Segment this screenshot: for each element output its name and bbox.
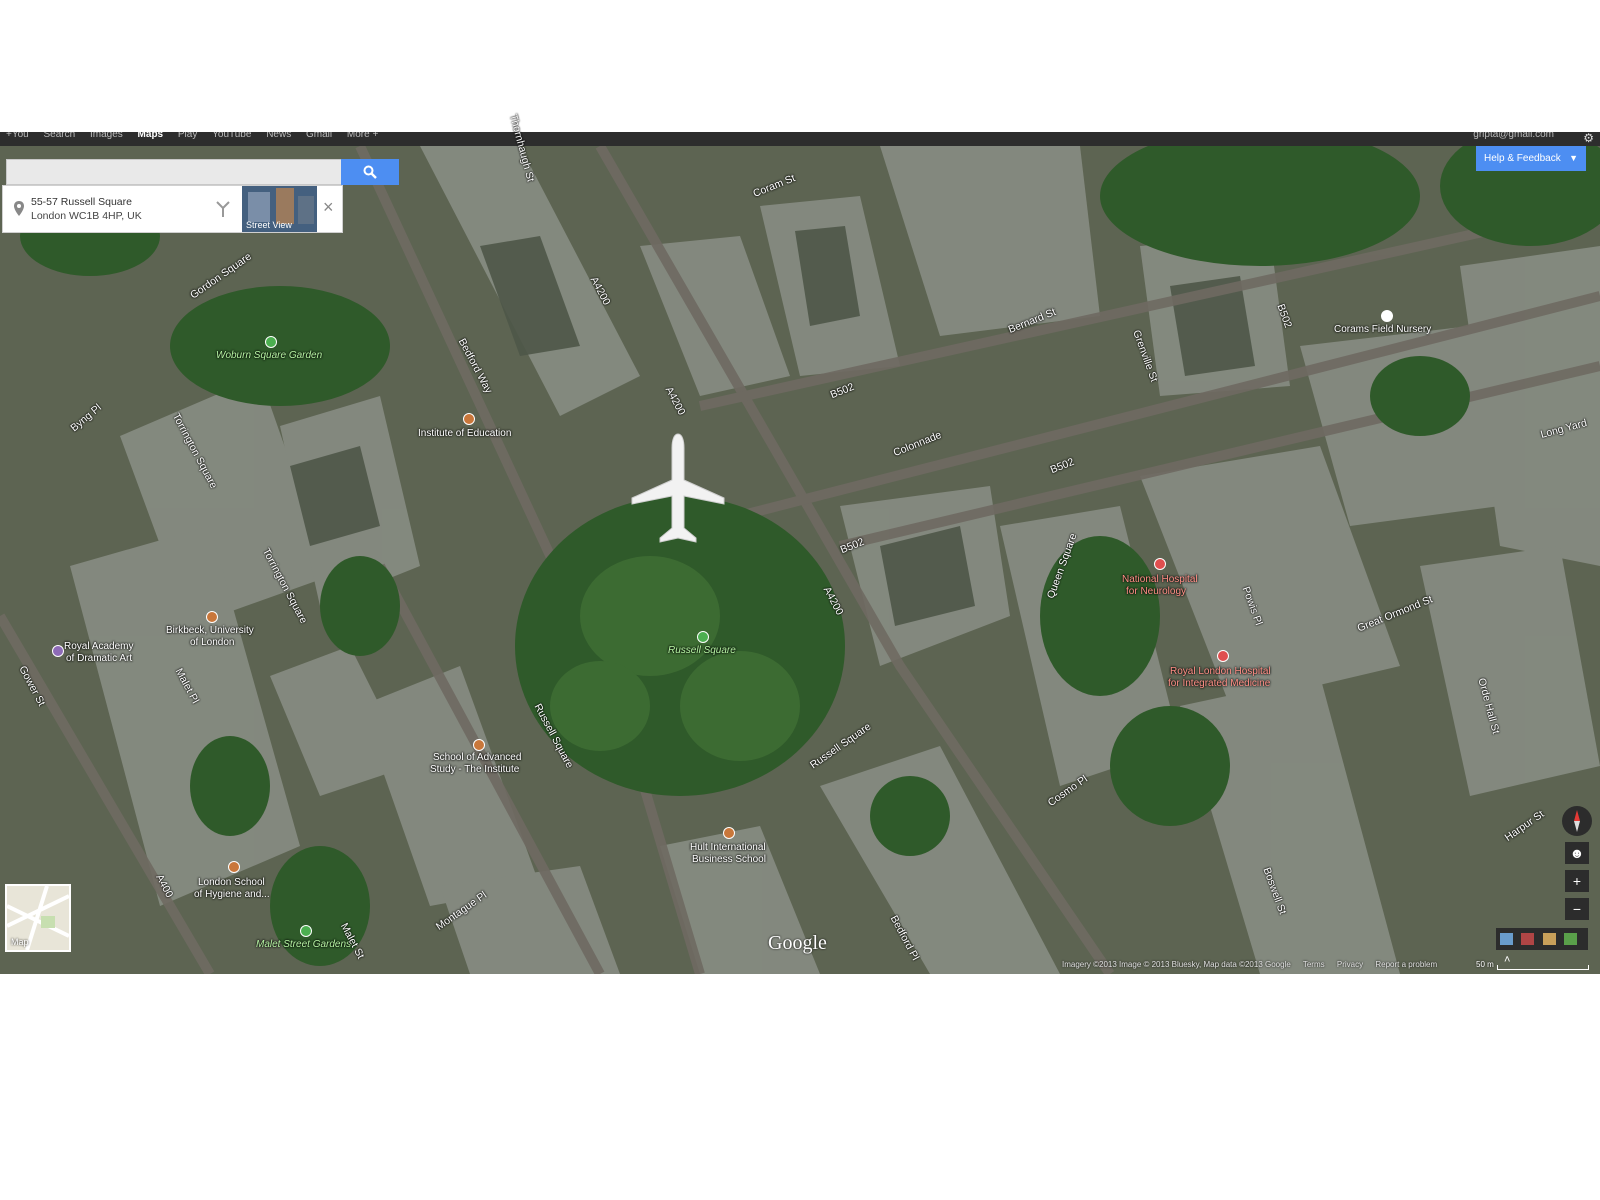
close-icon[interactable]: × (323, 197, 334, 218)
label-corams-field-nursery[interactable]: Corams Field Nursery (1334, 324, 1431, 335)
map-view-toggle[interactable]: Map (5, 884, 71, 952)
chevron-down-icon: ▼ (1569, 153, 1578, 163)
label-lshtm-line1[interactable]: London School (198, 877, 265, 888)
layers-icon[interactable]: ˄ (1496, 928, 1588, 966)
label-sas-line2[interactable]: Study - The Institute (430, 764, 519, 775)
label-rlhim-line1[interactable]: Royal London Hospital (1170, 666, 1271, 677)
nav-play[interactable]: Play (178, 132, 197, 140)
scale-label: 50 m (1476, 960, 1494, 969)
park-marker[interactable] (300, 925, 312, 937)
label-lshtm-line2[interactable]: of Hygiene and... (194, 889, 270, 900)
hospital-marker[interactable] (1154, 558, 1166, 570)
education-marker[interactable] (463, 413, 475, 425)
nav-you[interactable]: +You (6, 132, 29, 140)
label-rada-line2[interactable]: of Dramatic Art (66, 653, 132, 664)
search-box[interactable] (6, 159, 344, 185)
label-malet-street-gardens[interactable]: Malet Street Gardens (256, 939, 351, 950)
compass-icon[interactable] (1562, 806, 1592, 836)
imagery-attribution: Imagery ©2013 Image © 2013 Bluesky, Map … (1062, 960, 1291, 969)
label-sas-line1[interactable]: School of Advanced (433, 752, 521, 763)
satellite-map[interactable] (0, 146, 1600, 974)
label-russell-square-park[interactable]: Russell Square (668, 645, 736, 656)
label-hult-line2[interactable]: Business School (692, 854, 766, 865)
google-logo: Google (768, 932, 827, 954)
label-hult-line1[interactable]: Hult International (690, 842, 766, 853)
layer-traffic[interactable] (1500, 933, 1513, 945)
zoom-out-icon[interactable]: − (1565, 898, 1589, 920)
map-view-label: Map (11, 937, 29, 947)
layer-bicycling[interactable] (1542, 933, 1556, 945)
top-nav: +You Search Images Maps Play YouTube New… (0, 132, 384, 142)
label-nhn-line2[interactable]: for Neurology (1126, 586, 1186, 597)
label-nhn-line1[interactable]: National Hospital (1122, 574, 1198, 585)
place-address-line1: 55-57 Russell Square (31, 196, 132, 208)
nav-news[interactable]: News (266, 132, 291, 140)
park-marker[interactable] (265, 336, 277, 348)
layer-transit[interactable] (1521, 933, 1535, 945)
park-marker[interactable] (697, 631, 709, 643)
directions-icon[interactable] (215, 200, 231, 218)
zoom-in-icon[interactable]: + (1565, 870, 1589, 892)
education-marker[interactable] (228, 861, 240, 873)
search-input[interactable] (7, 160, 343, 184)
education-marker[interactable] (473, 739, 485, 751)
nav-images[interactable]: Images (90, 132, 123, 140)
label-birkbeck-line1[interactable]: Birkbeck, University (166, 625, 254, 636)
label-institute-of-education[interactable]: Institute of Education (418, 428, 511, 439)
label-birkbeck-line2[interactable]: of London (190, 637, 235, 648)
nav-more[interactable]: More + (347, 132, 378, 140)
help-feedback-label: Help & Feedback (1484, 153, 1561, 164)
report-problem-link[interactable]: Report a problem (1375, 960, 1437, 969)
street-view-label: Street View (246, 220, 292, 230)
google-top-bar: +You Search Images Maps Play YouTube New… (0, 132, 1600, 146)
help-feedback-button[interactable]: Help & Feedback ▼ (1476, 146, 1586, 171)
nav-search[interactable]: Search (44, 132, 76, 140)
label-rlhim-line2[interactable]: for Integrated Medicine (1168, 678, 1270, 689)
street-view-thumbnail[interactable]: Street View (242, 186, 317, 232)
arts-marker[interactable] (52, 645, 64, 657)
nursery-marker[interactable] (1381, 310, 1393, 322)
map-controls: ☻ + − (1562, 806, 1592, 920)
scale-bar (1497, 965, 1589, 970)
label-rada-line1[interactable]: Royal Academy (64, 641, 133, 652)
search-icon (363, 165, 377, 179)
compass-needle (1574, 810, 1580, 832)
nav-maps[interactable]: Maps (138, 132, 164, 140)
label-woburn-square-garden[interactable]: Woburn Square Garden (216, 350, 322, 361)
satellite-imagery (0, 146, 1600, 974)
layer-terrain[interactable] (1564, 933, 1578, 945)
privacy-link[interactable]: Privacy (1337, 960, 1363, 969)
gear-icon[interactable]: ⚙ (1583, 132, 1594, 145)
hospital-marker[interactable] (1217, 650, 1229, 662)
nav-youtube[interactable]: YouTube (212, 132, 251, 140)
account-email[interactable]: gripta@gmail.com (1473, 132, 1554, 142)
map-footer: Imagery ©2013 Image © 2013 Bluesky, Map … (1062, 960, 1447, 972)
search-button[interactable] (341, 159, 399, 185)
nav-gmail[interactable]: Gmail (306, 132, 332, 140)
place-card: 55-57 Russell Square London WC1B 4HP, UK… (2, 185, 343, 233)
pegman-icon[interactable]: ☻ (1565, 842, 1589, 864)
airplane-icon (631, 433, 725, 543)
education-marker[interactable] (723, 827, 735, 839)
education-marker[interactable] (206, 611, 218, 623)
terms-link[interactable]: Terms (1303, 960, 1325, 969)
pin-icon (14, 201, 24, 216)
place-address-line2: London WC1B 4HP, UK (31, 210, 142, 222)
